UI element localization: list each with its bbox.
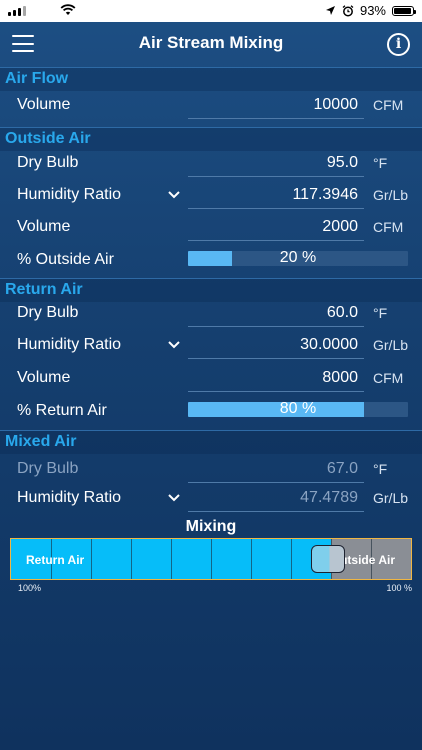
- field-label: Volume: [17, 96, 71, 113]
- slider-tick: [171, 539, 172, 579]
- slider-tick: [91, 539, 92, 579]
- return-humidity-input[interactable]: 30.0000: [188, 330, 364, 359]
- field-value: 2000: [322, 218, 358, 235]
- unit-label: °F: [373, 155, 388, 171]
- wifi-icon: [60, 4, 76, 15]
- unit-label: °F: [373, 461, 388, 477]
- outside-humidity-row: Humidity Ratio 117.3946 Gr/Lb: [0, 180, 422, 210]
- slider-tick: [291, 539, 292, 579]
- left-percent-label: 100%: [18, 583, 42, 593]
- field-value: 67.0: [326, 460, 358, 477]
- field-value: 60.0: [326, 304, 358, 321]
- field-label: Dry Bulb: [17, 460, 79, 477]
- chevron-down-icon[interactable]: [166, 337, 182, 353]
- progress-text: 80 %: [279, 402, 317, 417]
- field-label: % Return Air: [17, 402, 107, 419]
- chevron-down-icon[interactable]: [166, 187, 182, 203]
- page-title: Air Stream Mixing: [138, 33, 284, 52]
- section-mixed-air: Mixed Air: [0, 430, 422, 454]
- cellular-signal-icon: [8, 6, 26, 16]
- field-label: Humidity Ratio: [17, 186, 122, 203]
- location-icon: [325, 6, 335, 15]
- return-humidity-row: Humidity Ratio 30.0000 Gr/Lb: [0, 330, 422, 360]
- slider-handle[interactable]: [311, 545, 345, 573]
- outside-dry-bulb-input[interactable]: 95.0: [188, 148, 364, 177]
- return-volume-input[interactable]: 8000: [188, 363, 364, 392]
- mixed-humidity-row: Humidity Ratio 47.4789 Gr/Lb: [0, 483, 422, 513]
- section-label: Outside Air: [5, 130, 91, 147]
- outside-air-progress-bar: 20 %: [188, 251, 408, 266]
- alarm-icon: [342, 4, 354, 16]
- field-label: % Outside Air: [17, 251, 114, 268]
- field-value: 30.0000: [300, 336, 358, 353]
- slider-tick: [211, 539, 212, 579]
- return-dry-bulb-input[interactable]: 60.0: [188, 298, 364, 327]
- mixed-dry-bulb-value: 67.0: [188, 454, 364, 483]
- field-label: Dry Bulb: [17, 304, 79, 321]
- air-flow-volume-input[interactable]: 10000: [188, 90, 364, 119]
- right-percent-label: 100 %: [386, 583, 412, 593]
- field-label: Humidity Ratio: [17, 489, 122, 506]
- unit-label: CFM: [373, 219, 404, 235]
- field-value: 10000: [313, 96, 359, 113]
- chevron-down-icon[interactable]: [166, 490, 182, 506]
- outside-percent-row: % Outside Air 20 %: [0, 245, 422, 275]
- field-value: 95.0: [326, 154, 358, 171]
- section-label: Air Flow: [5, 70, 69, 87]
- unit-label: CFM: [373, 370, 404, 386]
- section-label: Return Air: [5, 281, 83, 298]
- unit-label: Gr/Lb: [373, 337, 409, 353]
- field-label: Dry Bulb: [17, 154, 79, 171]
- mixer-return-label: Return Air: [26, 553, 85, 567]
- outside-volume-input[interactable]: 2000: [188, 212, 364, 241]
- outside-volume-row: Volume 2000 CFM: [0, 212, 422, 242]
- return-dry-bulb-row: Dry Bulb 60.0 °F: [0, 298, 422, 328]
- return-percent-row: % Return Air 80 %: [0, 396, 422, 426]
- info-icon[interactable]: i: [387, 33, 410, 56]
- unit-label: °F: [373, 305, 388, 321]
- outside-dry-bulb-row: Dry Bulb 95.0 °F: [0, 148, 422, 178]
- slider-tick: [251, 539, 252, 579]
- mixed-humidity-value: 47.4789: [188, 483, 364, 512]
- battery-icon: [392, 5, 416, 16]
- air-flow-volume-row: Volume 10000 CFM: [0, 90, 422, 120]
- status-bar: 93%: [0, 0, 422, 22]
- mixing-slider[interactable]: Return Air Outside Air: [10, 538, 412, 580]
- field-value: 8000: [322, 369, 358, 386]
- field-value: 117.3946: [292, 186, 358, 203]
- battery-percent: 93%: [359, 3, 386, 18]
- mixed-dry-bulb-row: Dry Bulb 67.0 °F: [0, 454, 422, 484]
- unit-label: Gr/Lb: [373, 490, 409, 506]
- slider-tick: [131, 539, 132, 579]
- navigation-bar: Air Stream Mixing i: [0, 22, 422, 66]
- field-value: 47.4789: [300, 489, 358, 506]
- outside-humidity-input[interactable]: 117.3946: [188, 180, 364, 209]
- field-label: Humidity Ratio: [17, 336, 122, 353]
- return-volume-row: Volume 8000 CFM: [0, 363, 422, 393]
- mixing-title: Mixing: [185, 518, 237, 535]
- return-air-progress-bar: 80 %: [188, 402, 408, 417]
- progress-text: 20 %: [279, 251, 317, 266]
- field-label: Volume: [17, 218, 71, 235]
- section-label: Mixed Air: [5, 433, 77, 450]
- field-label: Volume: [17, 369, 71, 386]
- section-air-flow: Air Flow: [0, 67, 422, 91]
- unit-label: CFM: [373, 97, 404, 113]
- unit-label: Gr/Lb: [373, 187, 409, 203]
